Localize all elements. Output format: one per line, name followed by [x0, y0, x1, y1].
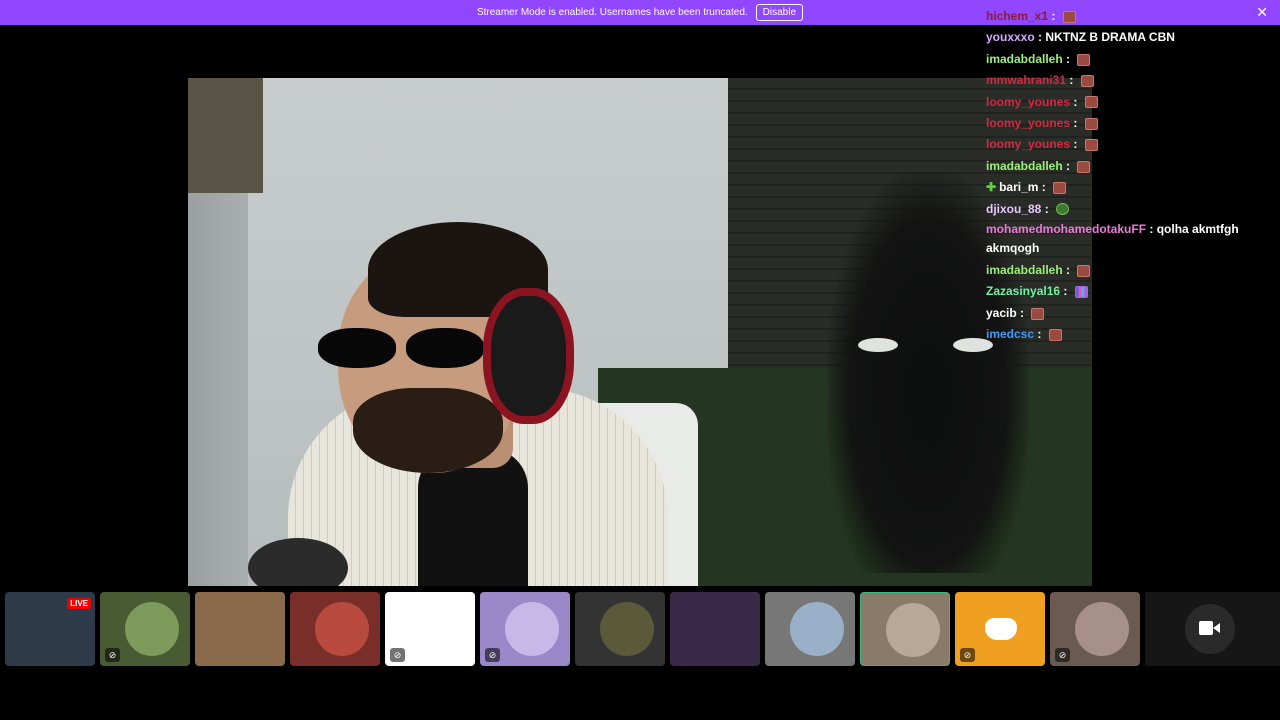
streamer-beard: [353, 388, 503, 473]
avatar: [125, 602, 179, 656]
emote-icon: [1077, 160, 1091, 173]
avatar: [315, 602, 369, 656]
chat-username[interactable]: loomy_younes: [986, 137, 1070, 151]
tile-participant-9[interactable]: [765, 592, 855, 666]
avatar: [600, 602, 654, 656]
disable-button[interactable]: Disable: [755, 4, 804, 21]
emote-icon: [1056, 203, 1070, 216]
emote-icon: [1084, 96, 1098, 109]
headphones: [483, 288, 574, 424]
tile-participant-8[interactable]: [670, 592, 760, 666]
chat-message: djixou_88 :: [986, 199, 1266, 220]
tile-participant-3[interactable]: [195, 592, 285, 666]
discord-logo-icon: [985, 618, 1017, 640]
chat-text: NKTNZ B DRAMA CBN: [1045, 30, 1175, 45]
emote-icon: [1048, 328, 1062, 341]
chat-message: mmwahrani31 :: [986, 70, 1266, 91]
tile-participant-2[interactable]: ⊘: [100, 592, 190, 666]
chat-username[interactable]: bari_m: [999, 180, 1038, 194]
emote-icon: [1062, 10, 1076, 23]
chat-username[interactable]: djixou_88: [986, 202, 1041, 216]
emote-icon: [1031, 307, 1045, 320]
live-badge: LIVE: [67, 598, 91, 609]
chat-username[interactable]: hichem_x1: [986, 9, 1048, 23]
muted-mic-icon: ⊘: [960, 648, 975, 662]
avatar: [886, 603, 940, 657]
avatar: [790, 602, 844, 656]
chat-username[interactable]: imadabdalleh: [986, 52, 1063, 66]
avatar: [1075, 602, 1129, 656]
chat-username[interactable]: loomy_younes: [986, 116, 1070, 130]
emote-icon: [1077, 264, 1091, 277]
chat-username[interactable]: youxxxo: [986, 30, 1035, 44]
chat-separator: :: [1070, 94, 1081, 109]
chat-username[interactable]: loomy_younes: [986, 95, 1070, 109]
plus-badge-icon: ✚: [986, 180, 997, 195]
chat-separator: :: [1062, 158, 1074, 173]
chat-username[interactable]: imadabdalleh: [986, 263, 1063, 277]
chat-username[interactable]: imedcsc: [986, 327, 1034, 341]
chat-separator: :: [1060, 284, 1071, 299]
camera-tile: [1145, 592, 1280, 666]
chat-separator: :: [1070, 137, 1081, 152]
chat-message: imedcsc :: [986, 324, 1266, 345]
chat-username[interactable]: mohamedmohamedotakuFF: [986, 222, 1146, 236]
tile-streamer-live[interactable]: LIVE: [5, 592, 95, 666]
camera-button[interactable]: [1185, 604, 1235, 654]
tile-participant-10[interactable]: [860, 592, 950, 666]
chat-separator: :: [1034, 30, 1046, 45]
chat-overlay: hichem_x1 : youxxxo : NKTNZ B DRAMA CBN i…: [986, 6, 1266, 345]
chat-message: loomy_younes :: [986, 134, 1266, 155]
chat-separator: :: [1070, 115, 1081, 130]
tile-participant-6[interactable]: ⊘: [480, 592, 570, 666]
chat-separator: :: [1066, 73, 1077, 88]
muted-mic-icon: ⊘: [485, 648, 500, 662]
muted-mic-icon: ⊘: [390, 648, 405, 662]
tile-participant-7[interactable]: [575, 592, 665, 666]
chat-message: imadabdalleh :: [986, 260, 1266, 281]
chat-message: imadabdalleh :: [986, 156, 1266, 177]
chat-message: loomy_younes :: [986, 92, 1266, 113]
chat-separator: :: [1146, 221, 1157, 236]
sunglasses: [318, 328, 488, 378]
muted-mic-icon: ⊘: [1055, 648, 1070, 662]
chat-separator: :: [1034, 327, 1045, 342]
chat-message: hichem_x1 :: [986, 6, 1266, 27]
camera-icon: [1199, 621, 1213, 635]
chat-username[interactable]: imadabdalleh: [986, 159, 1063, 173]
tile-participant-4[interactable]: [290, 592, 380, 666]
chat-separator: :: [1016, 305, 1028, 320]
chat-message: ✚ bari_m :: [986, 177, 1266, 198]
chat-message: imadabdalleh :: [986, 49, 1266, 70]
chat-separator: :: [1062, 51, 1074, 66]
tile-participant-12[interactable]: ⊘: [1050, 592, 1140, 666]
wall-frame: [188, 78, 263, 193]
emote-icon: [1074, 286, 1088, 299]
chat-message: yacib :: [986, 303, 1266, 324]
chat-separator: :: [1048, 9, 1059, 23]
stream-video[interactable]: [188, 78, 1092, 586]
emote-icon: [1053, 181, 1067, 194]
chat-username[interactable]: mmwahrani31: [986, 73, 1066, 87]
tile-participant-discord[interactable]: ⊘: [955, 592, 1045, 666]
chat-username[interactable]: Zazasinyal16: [986, 284, 1060, 298]
chat-username[interactable]: yacib: [986, 306, 1017, 320]
chat-separator: :: [1062, 262, 1074, 277]
emote-icon: [1084, 139, 1098, 152]
tile-participant-5[interactable]: ⊘: [385, 592, 475, 666]
chat-message: Zazasinyal16 :: [986, 281, 1266, 302]
emote-icon: [1084, 117, 1098, 130]
emote-icon: [1077, 53, 1091, 66]
chat-message: loomy_younes :: [986, 113, 1266, 134]
chat-message: youxxxo : NKTNZ B DRAMA CBN: [986, 27, 1266, 48]
muted-mic-icon: ⊘: [105, 648, 120, 662]
banner-message: Streamer Mode is enabled. Usernames have…: [476, 7, 748, 18]
chat-separator: :: [1041, 201, 1053, 216]
chat-message: mohamedmohamedotakuFF : qolha akmtfgh ak…: [986, 220, 1266, 260]
emote-icon: [1080, 75, 1094, 87]
avatar: [505, 602, 559, 656]
chat-separator: :: [1038, 180, 1050, 195]
